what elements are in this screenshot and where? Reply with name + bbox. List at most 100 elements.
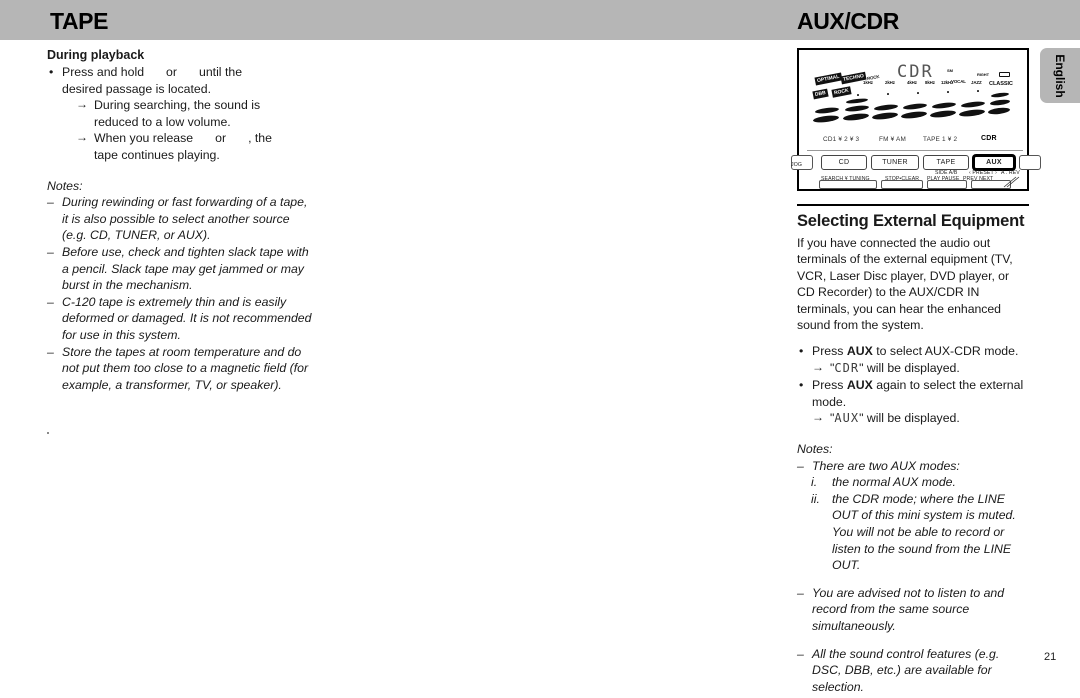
arrow-icon: → <box>812 410 824 425</box>
arrow-item: → "CDR" will be displayed. <box>812 360 1029 377</box>
right-column: Selecting External Equipment If you have… <box>797 204 1029 695</box>
jazz-tag: JAZZ <box>971 80 982 85</box>
list-item: • Press AUX to select AUX-CDR mode. → "C… <box>797 343 1029 376</box>
notes-title-left: Notes: <box>47 178 83 193</box>
arrow-icon: → <box>76 130 88 145</box>
page-title-left: TAPE <box>50 8 109 34</box>
dash-marker: – <box>47 244 54 259</box>
lcd-cdr-text: CDR <box>834 360 860 375</box>
eq-tick-8khz: 12kHz <box>941 80 954 85</box>
lcd-display: CDR SM RIGHT OPTIMAL TECHNO ROCK DBB ROC… <box>799 50 1031 135</box>
cassette-door-icon <box>1003 176 1020 188</box>
right-indicator: RIGHT <box>977 72 989 77</box>
source-label-tuner: FM ¥ AM <box>879 136 906 143</box>
eq-tick-2khz: 4kHz <box>907 80 917 85</box>
eq-dot <box>947 91 949 93</box>
page-title-right: AUX/CDR <box>797 8 899 34</box>
bullet-text-after: until the <box>198 65 243 79</box>
arrow-line1: During searching, the sound is <box>94 98 261 113</box>
left-column: During playback • Press and hold or until … <box>47 48 315 393</box>
eq-bar <box>812 114 840 124</box>
list-item: • Press and hold or until the desired pass… <box>47 64 315 164</box>
quote-close-text: " will be displayed. <box>859 360 960 375</box>
tape-button[interactable]: TAPE <box>923 155 969 170</box>
aux-keyword: AUX <box>846 344 873 359</box>
notes-list-right-3: – All the sound control features (e.g. D… <box>797 646 1029 696</box>
eq-bar <box>871 111 899 121</box>
eq-bar <box>842 112 870 122</box>
cd-button[interactable]: CD <box>821 155 867 170</box>
header-band <box>0 0 1080 40</box>
power-button[interactable] <box>1019 155 1041 170</box>
classic-tag: CLASSIC <box>989 81 1013 87</box>
play-pause-button[interactable] <box>927 180 967 189</box>
eq-bar <box>958 108 986 118</box>
bullet-post: to select AUX-CDR mode. <box>872 344 1019 359</box>
tuner-button[interactable]: TUNER <box>871 155 919 170</box>
list-item: – You are advised not to listen to and r… <box>797 585 1029 635</box>
optimal-tag: OPTIMAL <box>814 72 843 86</box>
note-text: You are advised not to listen to and rec… <box>812 585 1005 633</box>
aux-button[interactable]: AUX <box>973 155 1015 170</box>
intro-paragraph: If you have connected the audio out term… <box>797 235 1013 333</box>
stop-clear-button[interactable] <box>881 180 923 189</box>
list-item: – All the sound control features (e.g. D… <box>797 646 1029 696</box>
list-item: – There are two AUX modes: <box>797 458 1029 475</box>
bullet-dot: • <box>49 65 54 79</box>
lcd-aux-text: AUX <box>834 411 860 426</box>
eq-bar <box>844 104 870 113</box>
eq-dot <box>857 94 859 96</box>
playback-bullet-list: • Press and hold or until the desired pass… <box>47 64 315 164</box>
arrow-item: → When you release or , the tape continues… <box>76 130 315 163</box>
notes-list-right: – There are two AUX modes: <box>797 458 1029 475</box>
eq-bar <box>990 91 1010 99</box>
notes-list-right-2: – You are advised not to listen to and r… <box>797 585 1029 635</box>
note-text: Store the tapes at room temperature and … <box>62 344 309 392</box>
note-text: There are two AUX modes: <box>812 458 960 473</box>
jog-label: JOG <box>791 162 802 168</box>
source-label-row: CD1 ¥ 2 ¥ 3 FM ¥ AM TAPE 1 ¥ 2 CDR <box>799 135 1031 150</box>
eq-bar <box>931 101 957 110</box>
source-label-cd: CD1 ¥ 2 ¥ 3 <box>823 136 860 143</box>
arrow-icon: → <box>76 97 88 112</box>
manual-page: TAPE AUX/CDR English During playback • P… <box>0 0 1080 698</box>
note-text: C-120 tape is extremely thin and is easi… <box>62 294 312 342</box>
eq-dot <box>917 92 919 94</box>
eq-tick-1khz: 2kHz <box>885 80 895 85</box>
note-text: All the sound control features (e.g. DSC… <box>812 646 1000 694</box>
eq-bar <box>987 106 1011 116</box>
eq-tick-700hz: 1kHz <box>863 80 873 85</box>
bullet-pre: Press <box>812 378 847 393</box>
roman-numeral: i. <box>811 475 818 490</box>
eq-bar <box>960 100 986 109</box>
note-text: During rewinding or fast forwarding of a… <box>62 195 308 243</box>
vocal-tag: VOCAL <box>951 79 966 84</box>
source-label-tape: TAPE 1 ¥ 2 <box>923 136 958 143</box>
language-tab-label: English <box>1053 53 1067 98</box>
section-heading: Selecting External Equipment <box>797 211 1025 230</box>
arrow-mid: or <box>215 131 227 146</box>
eq-dot <box>977 90 979 92</box>
incredible-surround-tag: ROCK <box>831 86 852 98</box>
roman-text: the normal AUX mode. <box>832 475 956 490</box>
during-playback-heading: During playback <box>47 48 145 62</box>
dbb-tag: DBB <box>812 88 829 100</box>
eq-bar <box>902 102 928 111</box>
aux-modes-list: i. the normal AUX mode. ii. the CDR mode… <box>797 474 1029 574</box>
arrow-item: → "AUX" will be displayed. <box>812 410 1029 427</box>
search-tuning-button[interactable] <box>819 180 877 189</box>
dash-marker: – <box>797 458 804 473</box>
dash-marker: – <box>797 585 804 600</box>
notes-title-right: Notes: <box>797 442 833 457</box>
arrow-line2: reduced to a low volume. <box>94 114 231 129</box>
eq-bar <box>873 103 899 112</box>
arrow-pre: When you release <box>94 131 194 146</box>
list-item: i. the normal AUX mode. <box>811 474 1029 491</box>
eq-bar <box>845 97 869 105</box>
eq-bar <box>900 110 928 120</box>
sm-indicator: SM <box>947 68 953 73</box>
device-front-panel-illustration: CDR SM RIGHT OPTIMAL TECHNO ROCK DBB ROC… <box>791 48 1041 191</box>
bullet-dot: • <box>799 378 804 393</box>
list-item: ii. the CDR mode; where the LINE OUT of … <box>811 491 1029 574</box>
dash-marker: – <box>47 344 54 359</box>
